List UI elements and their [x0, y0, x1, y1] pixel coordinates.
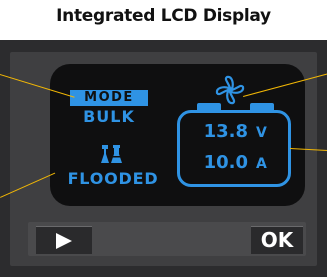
flask-icon: [101, 145, 122, 163]
mode-value: BULK: [83, 107, 135, 126]
play-button[interactable]: [36, 226, 92, 254]
play-icon: [56, 233, 72, 249]
page-title: Integrated LCD Display: [56, 6, 271, 26]
mode-label-badge: MODE: [70, 90, 148, 106]
ok-button[interactable]: OK: [251, 226, 303, 254]
current-unit: A: [256, 156, 267, 172]
voltage-value: 13.8: [203, 121, 248, 142]
voltage-unit: V: [256, 125, 267, 141]
fan-icon: [215, 75, 245, 105]
battery-type: FLOODED: [67, 169, 159, 188]
current-value: 10.0: [203, 152, 248, 173]
ok-button-label: OK: [260, 228, 294, 252]
mode-label: MODE: [84, 90, 134, 105]
